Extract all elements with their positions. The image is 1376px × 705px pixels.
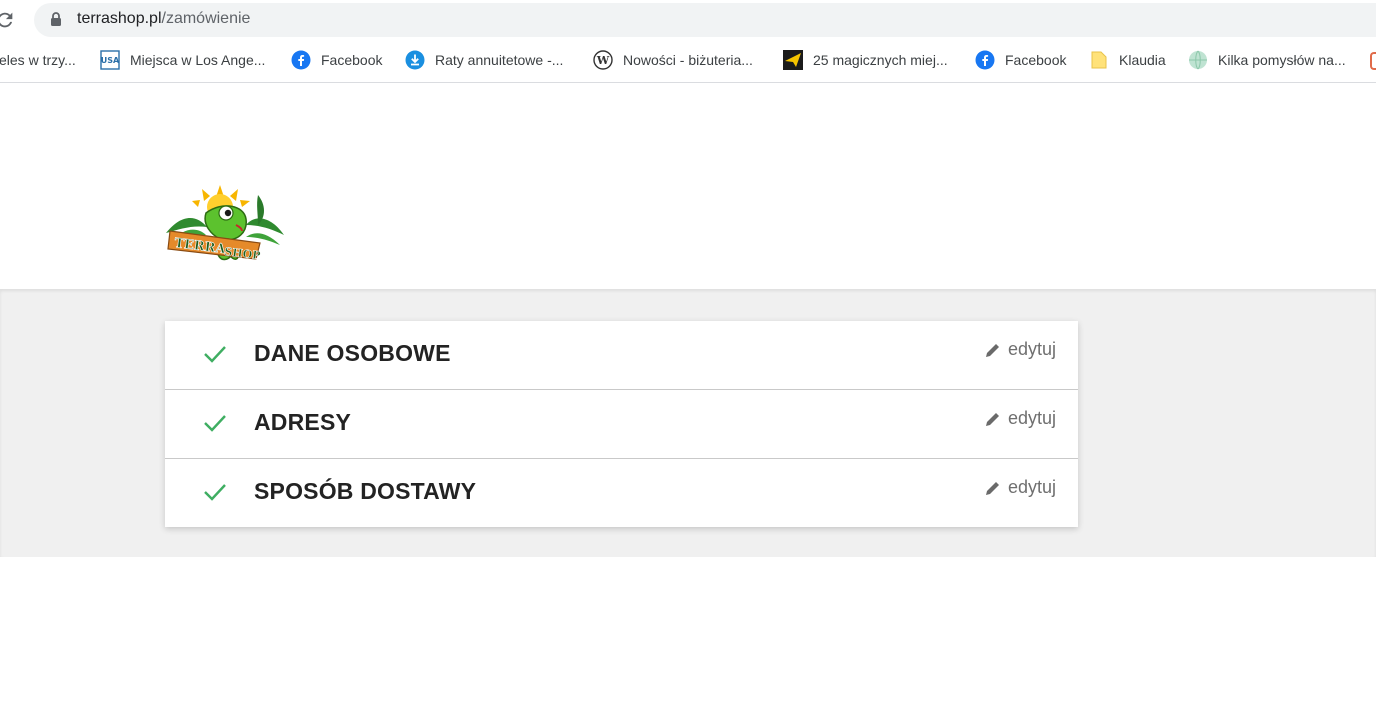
- edit-label: edytuj: [1007, 477, 1056, 497]
- edit-personal-data-button[interactable]: edytuj: [985, 338, 1056, 360]
- bookmark-overflow-icon[interactable]: [1370, 52, 1376, 70]
- bookmark-item[interactable]: Facebook: [291, 40, 382, 80]
- pencil-icon: [985, 413, 999, 426]
- url-text[interactable]: terrashop.pl/zamówienie: [77, 9, 250, 29]
- facebook-icon: [975, 50, 995, 70]
- bookmark-item[interactable]: Raty annuitetowe -...: [405, 40, 563, 80]
- edit-addresses-button[interactable]: edytuj: [985, 407, 1056, 429]
- edit-delivery-method-button[interactable]: edytuj: [985, 476, 1056, 498]
- edit-label: edytuj: [1007, 339, 1056, 359]
- check-icon: [204, 484, 226, 501]
- bookmark-label: Raty annuitetowe -...: [435, 52, 564, 68]
- bookmark-label: Facebook: [321, 52, 383, 68]
- step-title: ADRESY: [254, 409, 352, 435]
- pencil-icon: [985, 344, 999, 357]
- bookmark-label: Facebook: [1005, 52, 1067, 68]
- svg-text:USA: USA: [101, 56, 120, 65]
- paper-plane-icon: [783, 50, 803, 70]
- usa-flag-icon: USA: [100, 50, 120, 70]
- step-personal-data: DANE OSOBOWE edytuj: [165, 321, 1078, 390]
- bookmark-label: Klaudia: [1119, 52, 1166, 68]
- bookmark-label: Miejsca w Los Ange...: [130, 52, 266, 68]
- facebook-icon: [291, 50, 311, 70]
- check-icon: [204, 346, 226, 363]
- bookmark-label: Nowości - biżuteria...: [623, 52, 753, 68]
- check-icon: [204, 415, 226, 432]
- url-path: /zamówienie: [161, 10, 251, 27]
- bookmark-item[interactable]: Klaudia: [1089, 40, 1166, 80]
- wordpress-icon: W: [593, 50, 613, 70]
- svg-text:W: W: [596, 54, 610, 67]
- checkout-steps: DANE OSOBOWE edytuj ADRESY edytuj SPOSÓB…: [165, 321, 1078, 527]
- folder-icon: [1091, 51, 1107, 69]
- url-host: terrashop.pl: [77, 10, 162, 27]
- step-title: DANE OSOBOWE: [254, 340, 451, 366]
- bookmark-item[interactable]: Facebook: [975, 40, 1066, 80]
- checkout-section: DANE OSOBOWE edytuj ADRESY edytuj SPOSÓB…: [0, 289, 1376, 557]
- step-title: SPOSÓB DOSTAWY: [254, 478, 477, 504]
- bookmark-item[interactable]: USA Miejsca w Los Ange...: [100, 40, 265, 80]
- bookmark-label: eles w trzy...: [0, 52, 76, 68]
- download-circle-icon: [405, 50, 425, 70]
- browser-toolbar: terrashop.pl/zamówienie: [0, 0, 1376, 40]
- bookmark-item[interactable]: Kilka pomysłów na...: [1188, 40, 1346, 80]
- lock-icon[interactable]: [50, 11, 62, 27]
- bookmark-item[interactable]: W Nowości - biżuteria...: [593, 40, 753, 80]
- reload-icon[interactable]: [0, 9, 16, 31]
- terrashop-logo[interactable]: TERRA SHOP: [162, 183, 288, 273]
- bookmark-item[interactable]: eles w trzy...: [0, 40, 76, 80]
- bookmark-item[interactable]: 25 magicznych miej...: [783, 40, 948, 80]
- step-addresses: ADRESY edytuj: [165, 390, 1078, 459]
- site-header: TERRA SHOP: [0, 83, 1376, 289]
- bookmarks-bar: eles w trzy... USA Miejsca w Los Ange...…: [0, 40, 1376, 83]
- edit-label: edytuj: [1007, 408, 1056, 428]
- bookmark-label: 25 magicznych miej...: [813, 52, 948, 68]
- bookmark-label: Kilka pomysłów na...: [1218, 52, 1346, 68]
- pencil-icon: [985, 482, 999, 495]
- globe-icon: [1189, 50, 1207, 70]
- step-delivery-method: SPOSÓB DOSTAWY edytuj: [165, 459, 1078, 527]
